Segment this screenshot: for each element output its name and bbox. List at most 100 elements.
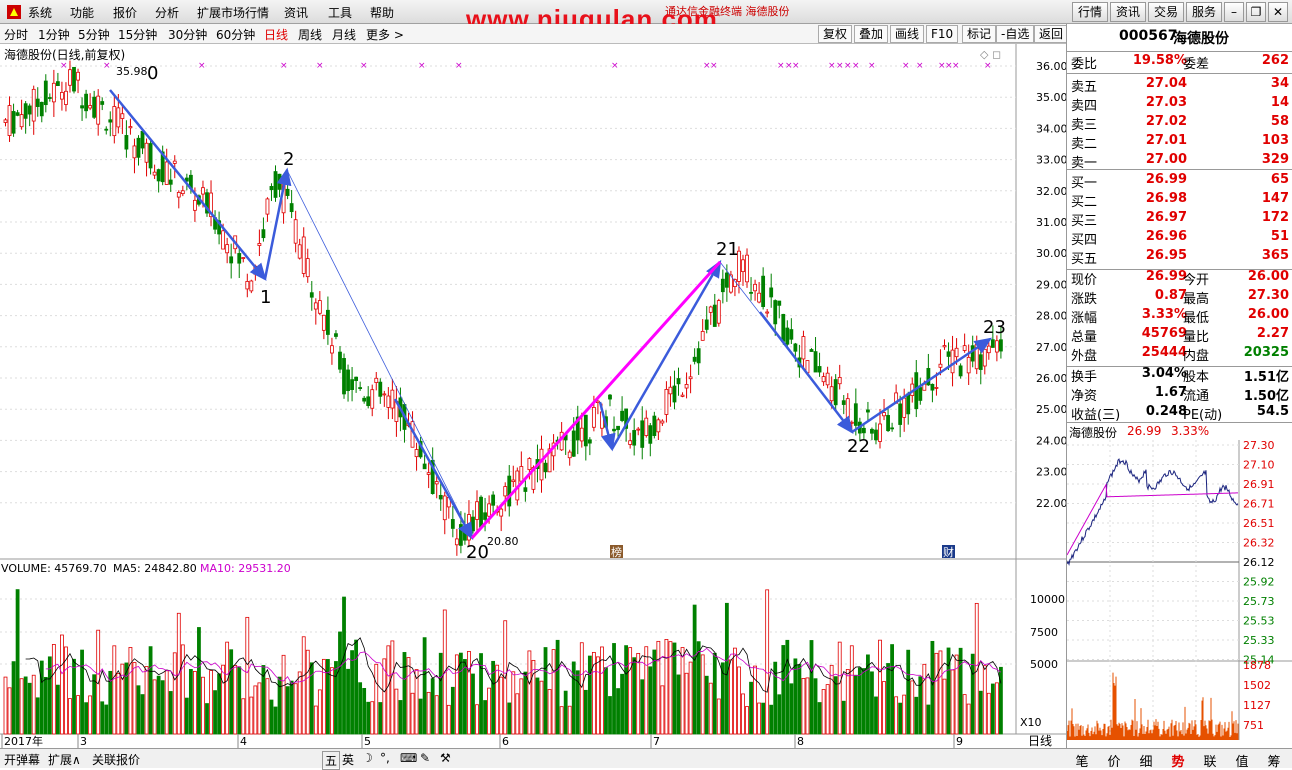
signal-marker: × (710, 61, 718, 71)
period-15min[interactable]: 15分钟 (118, 26, 157, 43)
weicha-value: 262 (1261, 53, 1289, 68)
quote-header: 000567 海德股份 (1067, 28, 1292, 50)
tool-icon[interactable]: ⚒ (440, 751, 451, 765)
quote-tab[interactable]: 价 (1100, 751, 1128, 770)
tool-overlay[interactable]: 叠加 (854, 25, 889, 43)
period-weekly[interactable]: 周线 (298, 26, 322, 43)
period-timeshare[interactable]: 分时 (4, 26, 28, 43)
btn-expand[interactable]: 扩展∧ (48, 751, 81, 768)
wave-label-2: 2 (283, 149, 294, 170)
ask-row: 卖三 27.02 58 (1071, 114, 1289, 133)
tool-f10[interactable]: F10 (926, 25, 959, 43)
signal-marker: × (777, 61, 785, 71)
btn-related-quote[interactable]: 关联报价 (92, 751, 140, 768)
ma10-label: MA10: 29531.20 (200, 562, 291, 575)
signal-marker: × (836, 61, 844, 71)
price-tick: 31.00 (1036, 216, 1066, 229)
quote-tab[interactable]: 势 (1164, 751, 1192, 770)
period-more[interactable]: 更多 > (366, 26, 404, 43)
period-bar: 分时 1分钟 5分钟 15分钟 30分钟 60分钟 日线 周线 月线 更多 > … (0, 24, 1069, 44)
price-tick: 25.00 (1036, 403, 1066, 416)
mini-price-tick: 26.32 (1243, 537, 1275, 550)
date-label: 2017年 (4, 734, 43, 748)
date-label: 5 (364, 735, 371, 748)
quote-tab[interactable]: 筹 (1260, 751, 1288, 770)
top-btn-trade[interactable]: 交易 (1148, 2, 1185, 22)
signal-marker: × (360, 61, 368, 71)
menu-quote[interactable]: 报价 (113, 4, 137, 21)
price-tick: 30.00 (1036, 247, 1066, 260)
ask-row: 卖二 27.01 103 (1071, 133, 1289, 152)
menu-bar: 系统 功能 报价 分析 扩展市场行情 资讯 工具 帮助 通达信金融终端 海德股份… (0, 0, 1292, 34)
restore-icon[interactable]: ❐ (1246, 2, 1266, 22)
minimize-icon[interactable]: – (1224, 2, 1244, 22)
english-icon[interactable]: 英 (342, 751, 354, 768)
ask-row: 卖五 27.04 34 (1071, 76, 1289, 95)
price-tick: 33.00 (1036, 154, 1066, 167)
keyboard-icon[interactable]: ⌨ (400, 751, 417, 765)
stat-row: 涨跌 0.87 最高 27.30 (1071, 288, 1289, 307)
mini-vol-tick: 1502 (1243, 679, 1271, 692)
tool-draw[interactable]: 画线 (890, 25, 925, 43)
menu-ext-market[interactable]: 扩展市场行情 (197, 4, 269, 21)
price-tick: 32.00 (1036, 185, 1066, 198)
signal-marker: × (902, 61, 910, 71)
signal-marker: × (792, 61, 800, 71)
mini-price-tick: 25.73 (1243, 595, 1275, 608)
menu-tools[interactable]: 工具 (328, 4, 352, 21)
menu-analysis[interactable]: 分析 (155, 4, 179, 21)
menu-function[interactable]: 功能 (70, 4, 94, 21)
close-icon[interactable]: ✕ (1268, 2, 1288, 22)
period-1min[interactable]: 1分钟 (38, 26, 70, 43)
settings-icon[interactable]: ✎ (420, 751, 430, 765)
volume-tick: 7500 (1030, 626, 1058, 639)
price-tick: 35.00 (1036, 91, 1066, 104)
quote-tab[interactable]: 细 (1132, 751, 1160, 770)
period-monthly[interactable]: 月线 (332, 26, 356, 43)
signal-marker: × (316, 61, 324, 71)
mini-price: 26.99 (1127, 424, 1162, 438)
period-daily[interactable]: 日线 (264, 26, 288, 43)
ask-row: 卖四 27.03 14 (1071, 95, 1289, 114)
period-60min[interactable]: 60分钟 (216, 26, 255, 43)
diamond-icon[interactable]: ◇ ◻ (980, 48, 1001, 61)
top-btn-service[interactable]: 服务 (1186, 2, 1223, 22)
quote-tab[interactable]: 值 (1228, 751, 1256, 770)
top-btn-quote[interactable]: 行情 (1072, 2, 1109, 22)
weicha-label: 委差 (1183, 57, 1210, 72)
mini-pct: 3.33% (1171, 424, 1210, 438)
weibi-value: 19.58% (1132, 53, 1187, 68)
signal-marker: × (280, 61, 288, 71)
quote-tab[interactable]: 笔 (1068, 751, 1096, 770)
price-tick: 22.00 (1036, 497, 1066, 510)
event-icon-bang[interactable]: 榜 (611, 545, 622, 559)
mini-price-tick: 25.92 (1243, 576, 1275, 589)
tool-back[interactable]: 返回 (1034, 25, 1069, 43)
date-label: 3 (80, 735, 87, 748)
menu-help[interactable]: 帮助 (370, 4, 394, 21)
mini-vol-tick: 1878 (1243, 659, 1271, 672)
btn-danmaku[interactable]: 开弹幕 (4, 751, 40, 768)
kline-chart[interactable]: × × × × × × × × × × × × × × × × × × × × × × × × × 海德股份(日线,前复权) ◇… (0, 44, 1066, 750)
event-icon-cai[interactable]: 财 (943, 545, 954, 559)
signal-marker: × (418, 61, 426, 71)
menu-info[interactable]: 资讯 (284, 4, 308, 21)
tool-mark[interactable]: 标记 (962, 25, 997, 43)
punct-icon[interactable]: °, (380, 751, 390, 765)
period-30min[interactable]: 30分钟 (168, 26, 207, 43)
high-price-label: 35.98 (116, 65, 148, 78)
intraday-mini-chart[interactable]: 27.30 27.10 26.91 26.71 26.51 26.32 26.12 25.92… (1067, 440, 1292, 740)
wave-label-20: 20 (466, 542, 489, 563)
bottom-bar: 开弹幕 扩展∧ 关联报价 五 英 ☽ °, ⌨ ✎ ⚒ 笔价细势联值筹 (0, 748, 1292, 770)
moon-icon[interactable]: ☽ (362, 751, 373, 765)
tool-add-fav[interactable]: -自选 (996, 25, 1035, 43)
stock-name: 海德股份 (1173, 31, 1229, 47)
tool-fuquan[interactable]: 复权 (818, 25, 853, 43)
top-btn-info[interactable]: 资讯 (1110, 2, 1147, 22)
menu-system[interactable]: 系统 (28, 4, 52, 21)
quote-tab[interactable]: 联 (1196, 751, 1224, 770)
wubi-icon[interactable]: 五 (322, 751, 341, 770)
period-5min[interactable]: 5分钟 (78, 26, 110, 43)
mini-price-tick: 26.91 (1243, 478, 1275, 491)
date-label: 6 (502, 735, 509, 748)
